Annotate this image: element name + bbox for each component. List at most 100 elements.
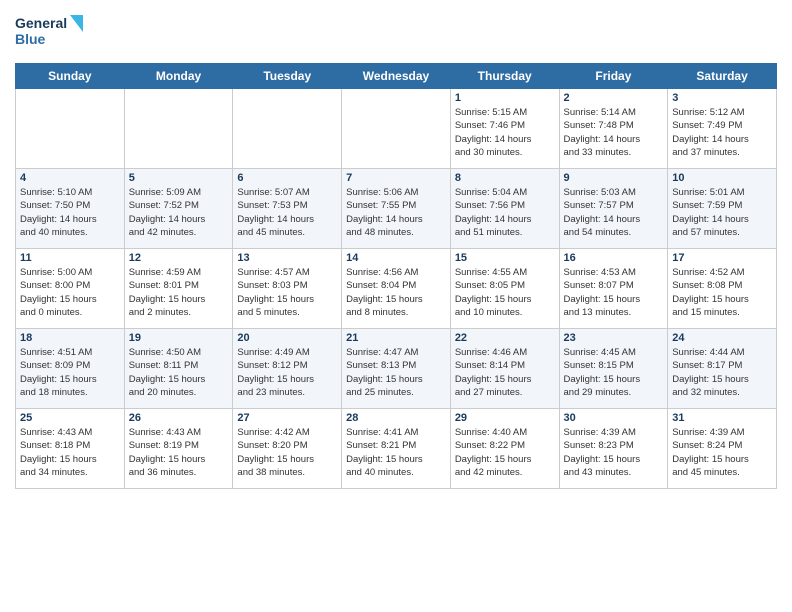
calendar-cell: 11 Sunrise: 5:00 AM Sunset: 8:00 PM Dayli… bbox=[16, 249, 125, 329]
day-content: Sunrise: 4:56 AM Sunset: 8:04 PM Dayligh… bbox=[346, 266, 446, 319]
day-content: Sunrise: 5:09 AM Sunset: 7:52 PM Dayligh… bbox=[129, 186, 229, 239]
calendar-cell: 24 Sunrise: 4:44 AM Sunset: 8:17 PM Dayli… bbox=[668, 329, 777, 409]
day-number: 9 bbox=[564, 172, 664, 184]
calendar-cell: 29 Sunrise: 4:40 AM Sunset: 8:22 PM Dayli… bbox=[450, 409, 559, 489]
day-number: 23 bbox=[564, 332, 664, 344]
day-number: 18 bbox=[20, 332, 120, 344]
calendar-cell: 28Sunrise: 4:41 AM Sunset: 8:21 PM Dayli… bbox=[342, 409, 451, 489]
calendar-cell: 15Sunrise: 4:55 AM Sunset: 8:05 PM Dayli… bbox=[450, 249, 559, 329]
calendar-cell: 10 Sunrise: 5:01 AM Sunset: 7:59 PM Dayli… bbox=[668, 169, 777, 249]
day-number: 6 bbox=[237, 172, 337, 184]
day-content: Sunrise: 4:51 AM Sunset: 8:09 PM Dayligh… bbox=[20, 346, 120, 399]
day-number: 12 bbox=[129, 252, 229, 264]
calendar-cell: 2Sunrise: 5:14 AM Sunset: 7:48 PM Daylig… bbox=[559, 89, 668, 169]
day-content: Sunrise: 4:52 AM Sunset: 8:08 PM Dayligh… bbox=[672, 266, 772, 319]
day-number: 25 bbox=[20, 412, 120, 424]
day-content: Sunrise: 4:45 AM Sunset: 8:15 PM Dayligh… bbox=[564, 346, 664, 399]
calendar-cell bbox=[124, 89, 233, 169]
day-number: 14 bbox=[346, 252, 446, 264]
day-content: Sunrise: 4:55 AM Sunset: 8:05 PM Dayligh… bbox=[455, 266, 555, 319]
day-content: Sunrise: 4:43 AM Sunset: 8:19 PM Dayligh… bbox=[129, 426, 229, 479]
day-number: 16 bbox=[564, 252, 664, 264]
day-content: Sunrise: 4:39 AM Sunset: 8:23 PM Dayligh… bbox=[564, 426, 664, 479]
day-content: Sunrise: 5:00 AM Sunset: 8:00 PM Dayligh… bbox=[20, 266, 120, 319]
calendar-cell: 30 Sunrise: 4:39 AM Sunset: 8:23 PM Dayli… bbox=[559, 409, 668, 489]
day-content: Sunrise: 5:03 AM Sunset: 7:57 PM Dayligh… bbox=[564, 186, 664, 239]
day-number: 3 bbox=[672, 92, 772, 104]
calendar-week-row: 18 Sunrise: 4:51 AM Sunset: 8:09 PM Dayli… bbox=[16, 329, 777, 409]
logo: General Blue bbox=[15, 10, 85, 55]
calendar-cell: 6 Sunrise: 5:07 AM Sunset: 7:53 PM Daylig… bbox=[233, 169, 342, 249]
calendar-cell: 21 Sunrise: 4:47 AM Sunset: 8:13 PM Dayli… bbox=[342, 329, 451, 409]
calendar-cell: 26 Sunrise: 4:43 AM Sunset: 8:19 PM Dayli… bbox=[124, 409, 233, 489]
day-number: 7 bbox=[346, 172, 446, 184]
day-content: Sunrise: 4:59 AM Sunset: 8:01 PM Dayligh… bbox=[129, 266, 229, 319]
calendar-cell: 1Sunrise: 5:15 AM Sunset: 7:46 PM Daylig… bbox=[450, 89, 559, 169]
day-content: Sunrise: 4:43 AM Sunset: 8:18 PM Dayligh… bbox=[20, 426, 120, 479]
day-number: 2 bbox=[564, 92, 664, 104]
day-number: 20 bbox=[237, 332, 337, 344]
day-number: 27 bbox=[237, 412, 337, 424]
calendar-cell: 14 Sunrise: 4:56 AM Sunset: 8:04 PM Dayli… bbox=[342, 249, 451, 329]
calendar-cell: 27 Sunrise: 4:42 AM Sunset: 8:20 PM Dayli… bbox=[233, 409, 342, 489]
calendar-cell: 19 Sunrise: 4:50 AM Sunset: 8:11 PM Dayli… bbox=[124, 329, 233, 409]
day-number: 29 bbox=[455, 412, 555, 424]
day-number: 8 bbox=[455, 172, 555, 184]
day-content: Sunrise: 5:04 AM Sunset: 7:56 PM Dayligh… bbox=[455, 186, 555, 239]
day-number: 13 bbox=[237, 252, 337, 264]
calendar-cell: 7 Sunrise: 5:06 AM Sunset: 7:55 PM Daylig… bbox=[342, 169, 451, 249]
calendar-cell: 13 Sunrise: 4:57 AM Sunset: 8:03 PM Dayli… bbox=[233, 249, 342, 329]
day-content: Sunrise: 5:12 AM Sunset: 7:49 PM Dayligh… bbox=[672, 106, 772, 159]
day-content: Sunrise: 4:46 AM Sunset: 8:14 PM Dayligh… bbox=[455, 346, 555, 399]
svg-text:Blue: Blue bbox=[15, 31, 46, 47]
calendar-week-row: 25 Sunrise: 4:43 AM Sunset: 8:18 PM Dayli… bbox=[16, 409, 777, 489]
day-content: Sunrise: 4:40 AM Sunset: 8:22 PM Dayligh… bbox=[455, 426, 555, 479]
logo-svg: General Blue bbox=[15, 10, 85, 55]
calendar-table: SundayMondayTuesdayWednesdayThursdayFrid… bbox=[15, 63, 777, 489]
svg-text:General: General bbox=[15, 15, 67, 31]
calendar-cell: 12 Sunrise: 4:59 AM Sunset: 8:01 PM Dayli… bbox=[124, 249, 233, 329]
day-content: Sunrise: 4:57 AM Sunset: 8:03 PM Dayligh… bbox=[237, 266, 337, 319]
weekday-header-row: SundayMondayTuesdayWednesdayThursdayFrid… bbox=[16, 64, 777, 89]
day-number: 10 bbox=[672, 172, 772, 184]
day-number: 21 bbox=[346, 332, 446, 344]
day-number: 1 bbox=[455, 92, 555, 104]
day-number: 24 bbox=[672, 332, 772, 344]
calendar-cell: 22Sunrise: 4:46 AM Sunset: 8:14 PM Dayli… bbox=[450, 329, 559, 409]
page-header: General Blue bbox=[15, 10, 777, 55]
day-number: 17 bbox=[672, 252, 772, 264]
day-content: Sunrise: 5:10 AM Sunset: 7:50 PM Dayligh… bbox=[20, 186, 120, 239]
day-content: Sunrise: 4:49 AM Sunset: 8:12 PM Dayligh… bbox=[237, 346, 337, 399]
calendar-cell: 4Sunrise: 5:10 AM Sunset: 7:50 PM Daylig… bbox=[16, 169, 125, 249]
day-number: 19 bbox=[129, 332, 229, 344]
day-content: Sunrise: 4:39 AM Sunset: 8:24 PM Dayligh… bbox=[672, 426, 772, 479]
weekday-header-wednesday: Wednesday bbox=[342, 64, 451, 89]
calendar-week-row: 1Sunrise: 5:15 AM Sunset: 7:46 PM Daylig… bbox=[16, 89, 777, 169]
calendar-week-row: 11 Sunrise: 5:00 AM Sunset: 8:00 PM Dayli… bbox=[16, 249, 777, 329]
day-number: 5 bbox=[129, 172, 229, 184]
calendar-cell bbox=[233, 89, 342, 169]
calendar-cell: 20 Sunrise: 4:49 AM Sunset: 8:12 PM Dayli… bbox=[233, 329, 342, 409]
day-number: 31 bbox=[672, 412, 772, 424]
weekday-header-saturday: Saturday bbox=[668, 64, 777, 89]
calendar-cell: 31 Sunrise: 4:39 AM Sunset: 8:24 PM Dayli… bbox=[668, 409, 777, 489]
weekday-header-friday: Friday bbox=[559, 64, 668, 89]
day-content: Sunrise: 4:44 AM Sunset: 8:17 PM Dayligh… bbox=[672, 346, 772, 399]
day-content: Sunrise: 5:07 AM Sunset: 7:53 PM Dayligh… bbox=[237, 186, 337, 239]
day-number: 30 bbox=[564, 412, 664, 424]
day-content: Sunrise: 5:06 AM Sunset: 7:55 PM Dayligh… bbox=[346, 186, 446, 239]
day-number: 28 bbox=[346, 412, 446, 424]
calendar-cell bbox=[342, 89, 451, 169]
calendar-cell bbox=[16, 89, 125, 169]
day-content: Sunrise: 4:42 AM Sunset: 8:20 PM Dayligh… bbox=[237, 426, 337, 479]
calendar-cell: 3 Sunrise: 5:12 AM Sunset: 7:49 PM Daylig… bbox=[668, 89, 777, 169]
day-content: Sunrise: 4:47 AM Sunset: 8:13 PM Dayligh… bbox=[346, 346, 446, 399]
calendar-cell: 9 Sunrise: 5:03 AM Sunset: 7:57 PM Daylig… bbox=[559, 169, 668, 249]
calendar-week-row: 4Sunrise: 5:10 AM Sunset: 7:50 PM Daylig… bbox=[16, 169, 777, 249]
day-content: Sunrise: 4:50 AM Sunset: 8:11 PM Dayligh… bbox=[129, 346, 229, 399]
day-content: Sunrise: 5:01 AM Sunset: 7:59 PM Dayligh… bbox=[672, 186, 772, 239]
day-number: 11 bbox=[20, 252, 120, 264]
calendar-cell: 8 Sunrise: 5:04 AM Sunset: 7:56 PM Daylig… bbox=[450, 169, 559, 249]
weekday-header-sunday: Sunday bbox=[16, 64, 125, 89]
day-number: 26 bbox=[129, 412, 229, 424]
